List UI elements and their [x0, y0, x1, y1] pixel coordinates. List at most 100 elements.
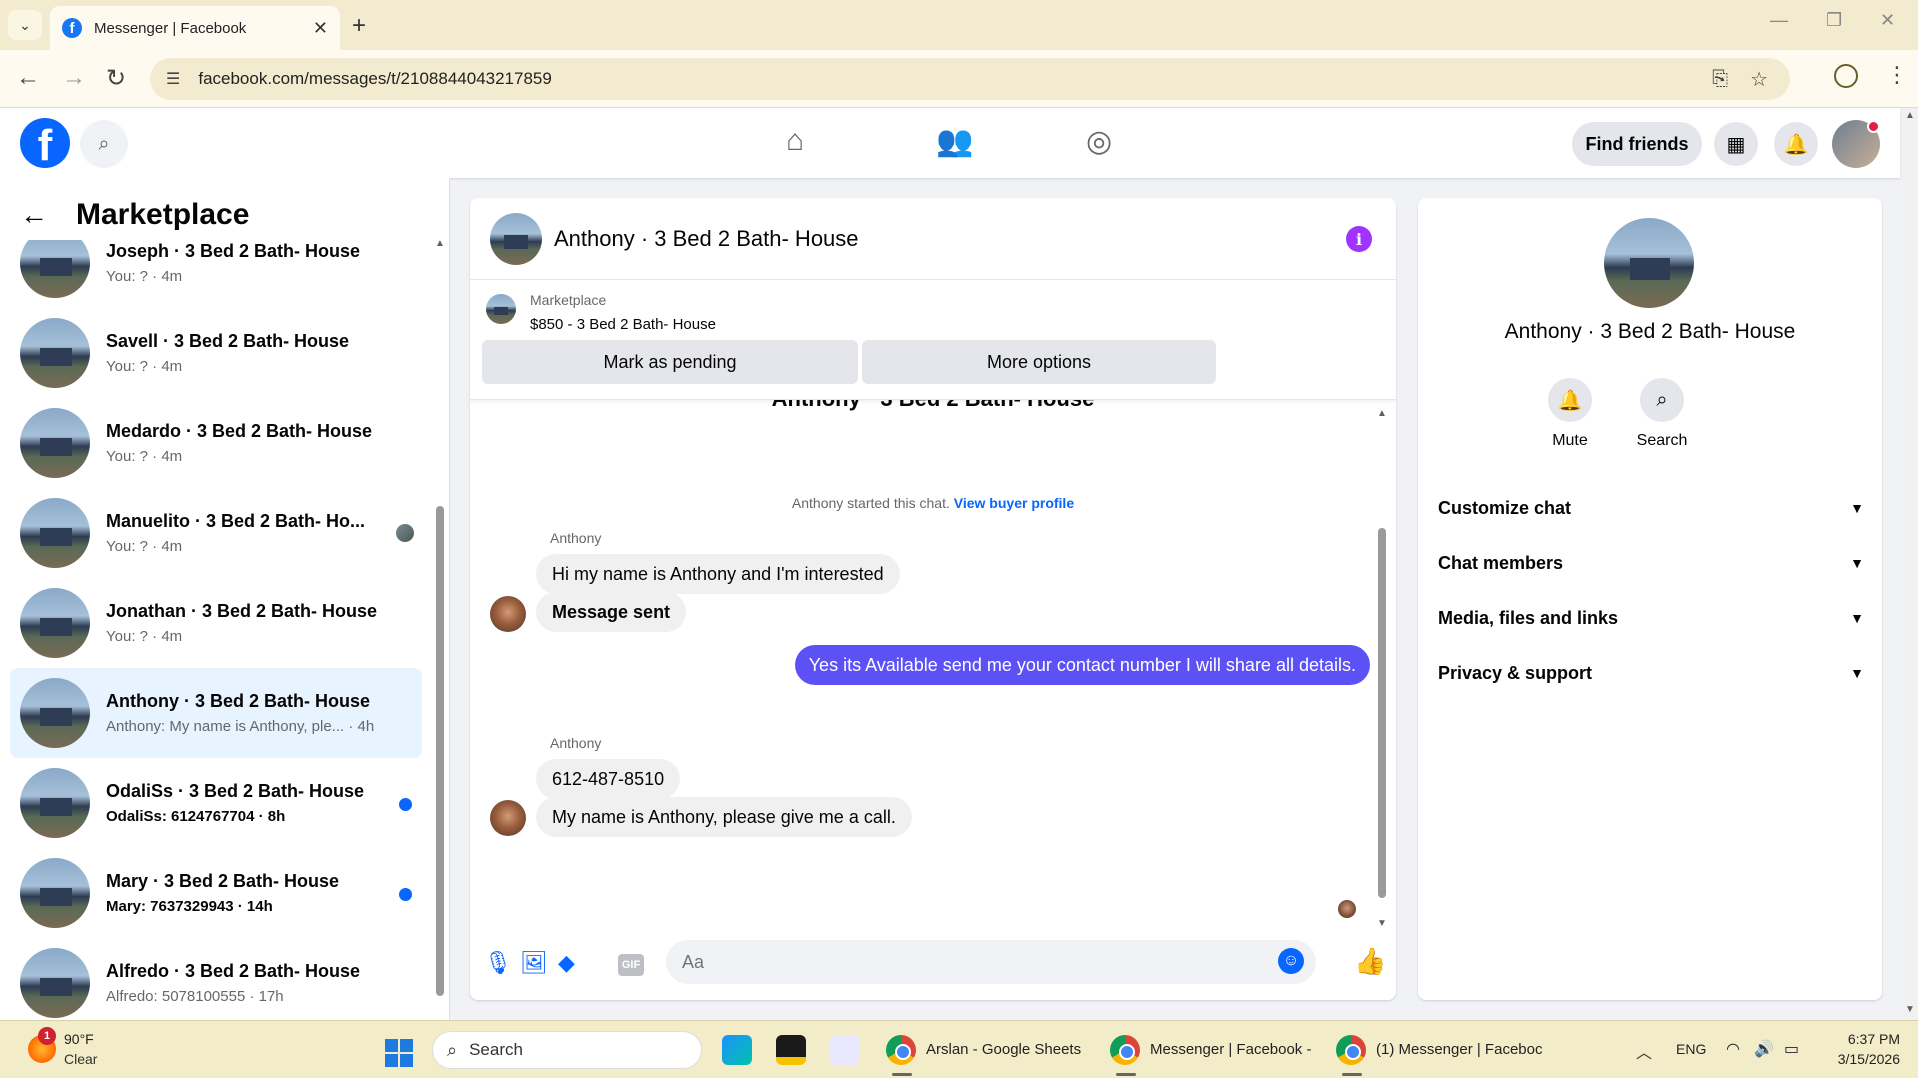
- browser-tab-messenger[interactable]: f Messenger | Facebook ✕: [50, 6, 340, 50]
- listing-thumbnail[interactable]: [486, 294, 516, 324]
- browser-menu-icon[interactable]: ⋮: [1886, 62, 1908, 88]
- media-files-links-section[interactable]: Media, files and links ▼: [1438, 598, 1864, 638]
- customize-chat-section[interactable]: Customize chat ▼: [1438, 488, 1864, 528]
- chrome-icon[interactable]: [1336, 1035, 1366, 1065]
- scroll-up-icon[interactable]: ▲: [1905, 110, 1915, 121]
- conversation-item[interactable]: Alfredo · 3 Bed 2 Bath- House Alfredo: 50…: [10, 938, 422, 1020]
- restore-icon[interactable]: ❐: [1826, 10, 1842, 31]
- sticker-icon[interactable]: ◆: [558, 950, 575, 976]
- contact-avatar[interactable]: [1604, 218, 1694, 308]
- conversation-item[interactable]: Medardo · 3 Bed 2 Bath- House You: ? · 4m: [10, 398, 422, 488]
- listing-price-title[interactable]: $850 - 3 Bed 2 Bath- House: [530, 316, 716, 333]
- notification-dot: [1867, 120, 1880, 133]
- reload-icon[interactable]: ↻: [106, 64, 126, 93]
- chat-scrollbar[interactable]: ▲ ▼: [1376, 408, 1388, 929]
- minimize-icon[interactable]: —: [1770, 10, 1788, 31]
- find-friends-button[interactable]: Find friends: [1572, 122, 1702, 166]
- taskbar-app-label[interactable]: Messenger | Facebook -: [1150, 1041, 1311, 1058]
- incoming-message[interactable]: Hi my name is Anthony and I'm interested: [536, 554, 900, 594]
- url-field[interactable]: ☰ facebook.com/messages/t/21088440432178…: [150, 58, 1790, 100]
- taskbar-app-label[interactable]: (1) Messenger | Faceboc: [1376, 1041, 1542, 1058]
- back-icon[interactable]: ←: [16, 64, 40, 92]
- app-icon[interactable]: [722, 1035, 752, 1065]
- message-input[interactable]: [666, 940, 1316, 984]
- site-settings-icon[interactable]: ☰: [166, 69, 180, 89]
- chat-info-panel: Anthony · 3 Bed 2 Bath- House 🔔 Mute ⌕ S…: [1418, 198, 1882, 1000]
- taskbar-search[interactable]: ⌕ Search: [432, 1031, 702, 1069]
- sender-avatar[interactable]: [490, 800, 526, 836]
- conversation-scrollbar[interactable]: ▲ ▼: [435, 238, 445, 1008]
- incoming-message[interactable]: My name is Anthony, please give me a cal…: [536, 797, 912, 837]
- address-bar-row: ← → ↻ ☰ facebook.com/messages/t/21088440…: [0, 50, 1918, 108]
- bookmark-star-icon[interactable]: ☆: [1750, 67, 1768, 92]
- privacy-support-section[interactable]: Privacy & support ▼: [1438, 653, 1864, 693]
- scrollbar-thumb[interactable]: [436, 506, 444, 996]
- search-icon[interactable]: ⌕: [80, 120, 128, 168]
- volume-icon[interactable]: 🔊: [1754, 1039, 1774, 1059]
- chrome-icon[interactable]: [886, 1035, 916, 1065]
- chevron-down-icon: ▼: [1850, 665, 1864, 681]
- windows-start-icon[interactable]: [385, 1039, 413, 1067]
- conversation-item[interactable]: Mary · 3 Bed 2 Bath- House Mary: 76373299…: [10, 848, 422, 938]
- conversation-text: Anthony · 3 Bed 2 Bath- House Anthony: My…: [106, 691, 396, 735]
- view-buyer-profile-link[interactable]: View buyer profile: [954, 495, 1074, 511]
- wifi-icon[interactable]: ◠: [1726, 1039, 1740, 1059]
- facebook-logo-icon[interactable]: f: [20, 118, 70, 168]
- seen-avatar: [396, 524, 414, 542]
- sticky-notes-icon[interactable]: [776, 1035, 806, 1065]
- notifications-bell-icon[interactable]: 🔔: [1774, 122, 1818, 166]
- scroll-down-icon[interactable]: ▼: [1377, 918, 1387, 929]
- input-language[interactable]: ENG: [1676, 1041, 1706, 1057]
- tab-close-icon[interactable]: ✕: [313, 18, 328, 39]
- microphone-icon[interactable]: 🎙: [484, 950, 512, 976]
- home-icon[interactable]: ⌂: [786, 124, 804, 158]
- browser-profile-icon[interactable]: [1834, 64, 1858, 88]
- scrollbar-thumb[interactable]: [1378, 528, 1386, 898]
- scroll-up-icon[interactable]: ▲: [1377, 408, 1387, 419]
- gif-icon[interactable]: GIF: [618, 954, 644, 976]
- battery-icon[interactable]: ▭: [1784, 1039, 1799, 1059]
- friends-icon[interactable]: 👥: [936, 124, 973, 159]
- more-options-button[interactable]: More options: [862, 340, 1216, 384]
- mark-as-pending-button[interactable]: Mark as pending: [482, 340, 858, 384]
- conversation-item[interactable]: Savell · 3 Bed 2 Bath- House You: ? · 4m: [10, 308, 422, 398]
- conversation-item[interactable]: Jonathan · 3 Bed 2 Bath- House You: ? · 4…: [10, 578, 422, 668]
- weather-temperature[interactable]: 90°F: [64, 1031, 94, 1047]
- sender-avatar[interactable]: [490, 596, 526, 632]
- taskbar-app-label[interactable]: Arslan - Google Sheets: [926, 1041, 1081, 1058]
- url-text[interactable]: facebook.com/messages/t/2108844043217859: [198, 69, 1712, 89]
- window-close-icon[interactable]: ✕: [1880, 10, 1895, 31]
- chat-members-section[interactable]: Chat members ▼: [1438, 543, 1864, 583]
- new-tab-icon[interactable]: +: [352, 12, 366, 40]
- scroll-down-icon[interactable]: ▼: [1905, 1004, 1915, 1015]
- weather-condition[interactable]: Clear: [64, 1051, 97, 1067]
- forward-icon[interactable]: →: [62, 64, 86, 92]
- search-conversation-button[interactable]: ⌕ Search: [1622, 378, 1702, 450]
- conversation-item[interactable]: Anthony · 3 Bed 2 Bath- House Anthony: My…: [10, 668, 422, 758]
- clock-date[interactable]: 3/15/2026: [1826, 1051, 1900, 1067]
- outgoing-message[interactable]: Yes its Available send me your contact n…: [794, 645, 1370, 685]
- info-icon[interactable]: i: [1346, 226, 1372, 252]
- conversation-item[interactable]: OdaliSs · 3 Bed 2 Bath- House OdaliSs: 61…: [10, 758, 422, 848]
- attach-photo-icon[interactable]: 🖼: [520, 950, 548, 976]
- emoji-icon[interactable]: ☺: [1278, 948, 1304, 974]
- incoming-message[interactable]: Message sent: [536, 592, 687, 632]
- groups-icon[interactable]: ◎: [1086, 124, 1112, 159]
- page-scrollbar[interactable]: ▲ ▼: [1902, 108, 1918, 1020]
- clock-time[interactable]: 6:37 PM: [1826, 1031, 1900, 1047]
- back-arrow-icon[interactable]: ←: [20, 199, 48, 231]
- conversation-name: Savell · 3 Bed 2 Bath- House: [106, 331, 350, 351]
- menu-grid-icon[interactable]: ▦: [1714, 122, 1758, 166]
- thumbs-up-icon[interactable]: 👍: [1354, 946, 1386, 977]
- show-hidden-icons-caret-icon[interactable]: ︿: [1636, 1039, 1652, 1063]
- tab-search-chevron-icon[interactable]: ⌄: [8, 10, 42, 40]
- chat-title[interactable]: Anthony · 3 Bed 2 Bath- House: [554, 226, 859, 252]
- mute-button[interactable]: 🔔 Mute: [1530, 378, 1610, 450]
- chat-avatar[interactable]: [490, 212, 542, 265]
- chrome-icon[interactable]: [1110, 1035, 1140, 1065]
- incoming-message[interactable]: 612-487-8510: [536, 759, 681, 799]
- install-app-icon[interactable]: ⎘: [1712, 68, 1728, 91]
- snipping-tool-icon[interactable]: [830, 1035, 860, 1065]
- conversation-name: Jonathan · 3 Bed 2 Bath- House: [106, 601, 378, 621]
- conversation-item[interactable]: Manuelito · 3 Bed 2 Bath- Ho... You: ? · …: [10, 488, 422, 578]
